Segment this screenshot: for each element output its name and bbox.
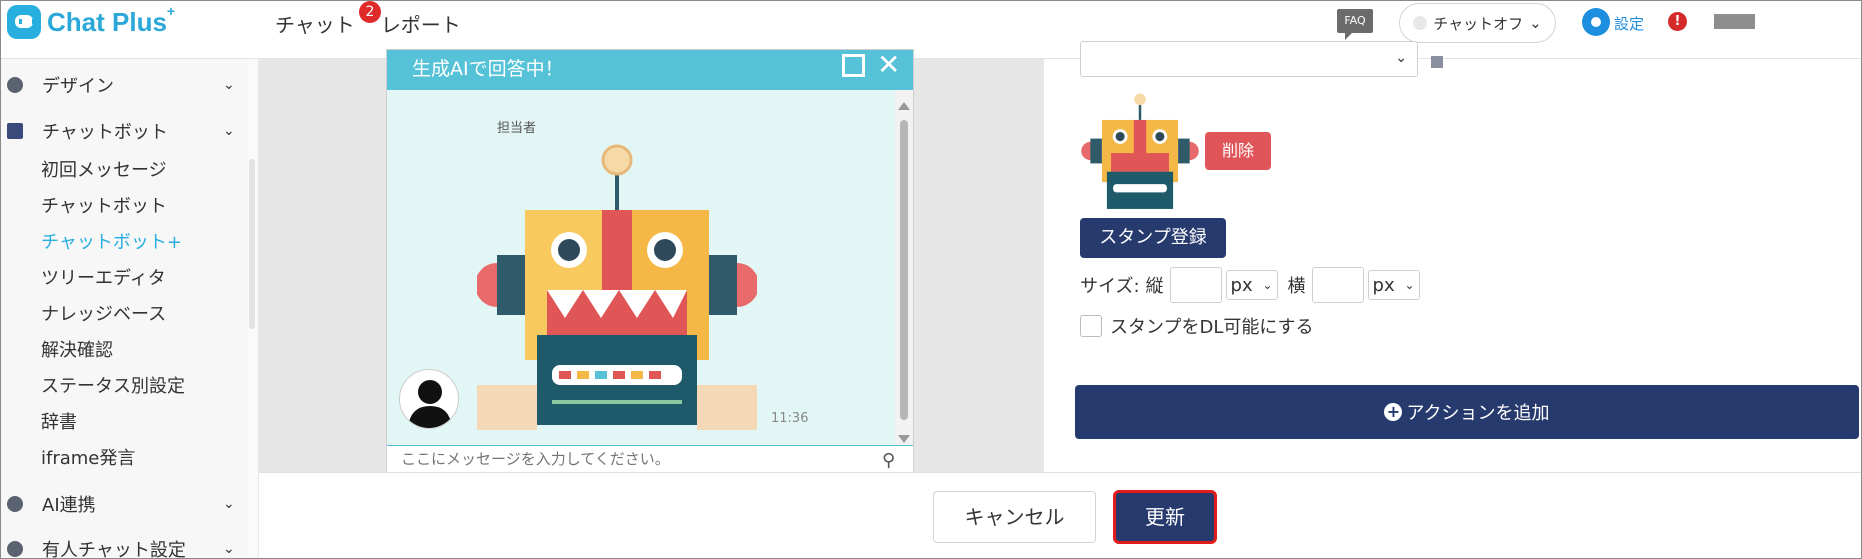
faq-icon[interactable]: FAQ <box>1337 9 1373 40</box>
close-icon[interactable]: ✕ <box>877 48 900 81</box>
headset-icon <box>7 541 23 557</box>
palette-icon <box>7 77 23 93</box>
chevron-down-icon: ⌄ <box>1404 278 1415 292</box>
chat-title: 生成AIで回答中！ <box>412 58 564 80</box>
size-row: サイズ: 縦 px ⌄ 横 px ⌄ <box>1080 267 1430 303</box>
sidebar-item-chatbot-plus[interactable]: チャットボット+ <box>41 228 182 254</box>
chevron-down-icon: ⌄ <box>223 496 235 512</box>
sidebar-item-dictionary[interactable]: 辞書 <box>41 408 77 434</box>
register-stamp-button[interactable]: スタンプ登録 <box>1080 218 1226 258</box>
chat-icon <box>7 123 23 139</box>
avatar <box>399 369 459 429</box>
robot-stamp-image <box>477 144 757 430</box>
chevron-down-icon: ⌄ <box>1262 278 1273 292</box>
chevron-down-icon: ⌄ <box>223 77 235 93</box>
stamp-thumbnail <box>1081 93 1199 209</box>
sidebar-item-tree-editor[interactable]: ツリーエディタ <box>41 264 166 290</box>
agent-label: 担当者 <box>497 121 537 136</box>
message-time: 11:36 <box>771 411 809 426</box>
sidebar-item-iframe[interactable]: iframe発言 <box>41 444 135 470</box>
download-checkbox[interactable] <box>1080 315 1102 337</box>
chevron-down-icon: ⌄ <box>1395 50 1407 66</box>
sidebar-section-ai[interactable]: AI連携 ⌄ <box>1 486 247 522</box>
plus-icon: + <box>1384 403 1403 421</box>
delete-stamp-button[interactable]: 削除 <box>1205 132 1271 170</box>
scroll-up-icon[interactable] <box>898 102 910 110</box>
message-input[interactable] <box>387 446 857 472</box>
chevron-down-icon: ⌄ <box>223 541 235 557</box>
chat-bubble-icon <box>7 5 41 39</box>
alert-icon[interactable]: ! <box>1668 12 1687 31</box>
sidebar-item-status-settings[interactable]: ステータス別設定 <box>41 372 185 398</box>
width-unit-select[interactable]: px ⌄ <box>1367 270 1420 300</box>
cancel-button[interactable]: キャンセル <box>933 491 1096 543</box>
chat-status-toggle[interactable]: チャットオフ ⌄ <box>1399 3 1556 43</box>
lightbulb-icon <box>7 496 23 512</box>
stamp-indicator <box>1431 56 1443 68</box>
main-nav: チャット 2 レポート <box>275 1 461 38</box>
sidebar-section-design[interactable]: デザイン ⌄ <box>1 67 247 103</box>
logo-text: Chat Plus+ <box>47 2 176 37</box>
minimize-icon[interactable] <box>842 54 865 77</box>
sidebar: デザイン ⌄ チャットボット ⌄ 初回メッセージ チャットボット チャットボット… <box>1 59 247 558</box>
sidebar-item-knowledge-base[interactable]: ナレッジベース <box>41 300 166 326</box>
nav-chat[interactable]: チャット 2 <box>275 1 381 38</box>
chevron-down-icon: ⌄ <box>223 123 235 139</box>
chat-header: 生成AIで回答中！ ✕ <box>387 48 913 90</box>
sidebar-scrollbar[interactable] <box>249 159 255 329</box>
sidebar-item-first-message[interactable]: 初回メッセージ <box>41 156 167 182</box>
height-input[interactable] <box>1169 267 1222 303</box>
gear-icon[interactable] <box>1582 8 1610 36</box>
scroll-thumb[interactable] <box>900 120 908 420</box>
sidebar-section-manned[interactable]: 有人チャット設定 ⌄ <box>1 531 247 558</box>
chat-preview-window: 生成AIで回答中！ ✕ 担当者 11:36 ここにメッセージを入力してください。… <box>386 48 914 473</box>
chat-count-badge: 2 <box>359 1 381 23</box>
user-silhouette-icon <box>408 380 452 428</box>
add-action-button[interactable]: + アクションを追加 <box>1075 385 1859 439</box>
settings-link[interactable]: 設定 <box>1614 13 1644 34</box>
chat-scrollbar[interactable] <box>895 90 913 445</box>
chat-input-bar: ⚲ <box>387 445 913 473</box>
width-input[interactable] <box>1311 267 1364 303</box>
user-menu[interactable] <box>1714 14 1755 29</box>
stamp-select[interactable]: ⌄ <box>1080 41 1418 77</box>
nav-report[interactable]: レポート <box>381 9 461 38</box>
sidebar-item-resolution-check[interactable]: 解決確認 <box>41 336 113 362</box>
chevron-down-icon: ⌄ <box>1529 14 1542 32</box>
paperclip-icon[interactable]: ⚲ <box>882 450 895 471</box>
height-unit-select[interactable]: px ⌄ <box>1225 270 1278 300</box>
status-dot-icon <box>1413 16 1428 30</box>
app-frame: Chat Plus+ チャット 2 レポート FAQ チャットオフ ⌄ 設定 !… <box>0 0 1862 559</box>
sidebar-section-chatbot[interactable]: チャットボット ⌄ <box>1 113 247 149</box>
scroll-down-icon[interactable] <box>898 435 910 443</box>
download-option: スタンプをDL可能にする <box>1080 313 1314 339</box>
top-header: Chat Plus+ チャット 2 レポート FAQ チャットオフ ⌄ 設定 ! <box>1 1 1861 59</box>
logo[interactable]: Chat Plus+ <box>7 2 176 39</box>
sidebar-item-chatbot[interactable]: チャットボット <box>41 192 167 218</box>
chat-body: 担当者 11:36 <box>387 90 895 445</box>
update-button[interactable]: 更新 <box>1113 490 1217 544</box>
